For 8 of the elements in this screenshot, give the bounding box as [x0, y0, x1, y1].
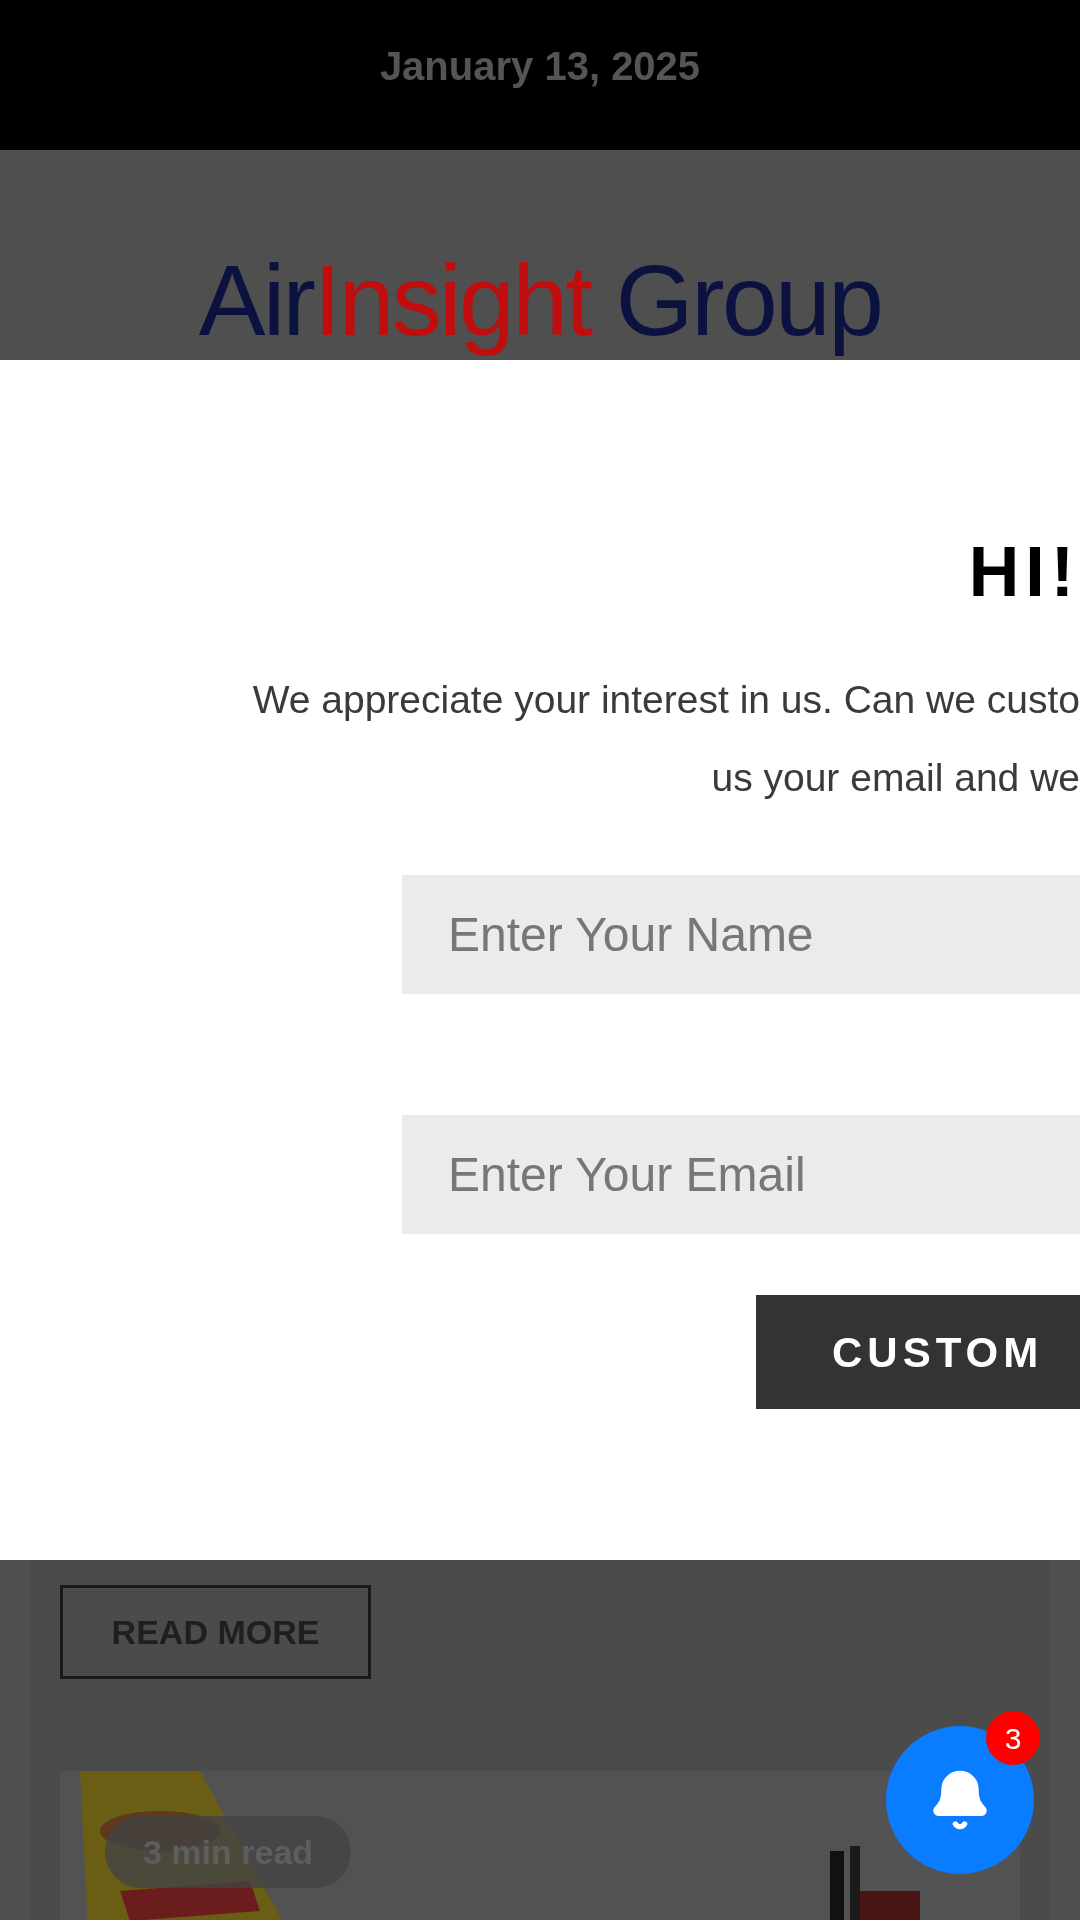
name-field[interactable]: Enter Your Name: [402, 875, 1080, 994]
popup-message: us your email and we: [711, 755, 1080, 801]
post-date: January 13, 2025: [379, 43, 701, 90]
site-logo: AirInsight Group: [198, 243, 882, 358]
popup-message: We appreciate your interest in us. Can we custo: [252, 677, 1080, 723]
popup-title: HI!: [968, 532, 1080, 613]
submit-button[interactable]: CUSTOM: [756, 1295, 1080, 1409]
email-field[interactable]: Enter Your Email: [402, 1115, 1080, 1234]
